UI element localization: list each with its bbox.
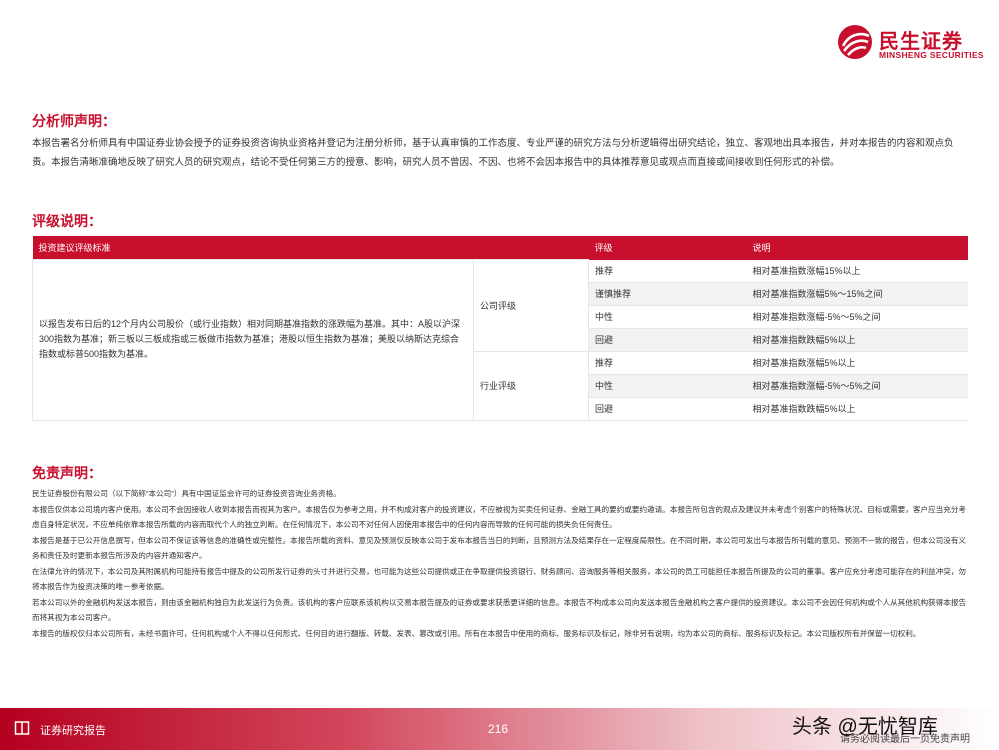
disclaimer-body: 民生证券股份有限公司（以下简称“本公司”）具有中国证监会许可的证券投资咨询业务资… [32, 486, 967, 641]
rating-desc: 相对基准指数涨幅-5%～5%之间 [746, 305, 968, 329]
analyst-statement-text: 本报告署名分析师具有中国证券业协会授予的证券投资咨询执业资格并登记为注册分析师，… [32, 138, 954, 168]
footer-label: 证券研究报告 [40, 725, 106, 737]
table-row: 以报告发布日后的12个月内公司股价（或行业指数）相对同期基准指数的涨跌幅为基准。… [32, 259, 968, 421]
header-level: 评级 [588, 236, 747, 260]
rating-desc: 相对基准指数涨幅-5%～5%之间 [746, 374, 968, 398]
disclaimer-paragraph: 民生证券股份有限公司（以下简称“本公司”）具有中国证监会许可的证券投资咨询业务资… [32, 489, 341, 498]
rating-table-header: 投资建议评级标准 评级 说明 [32, 236, 968, 260]
page-number: 216 [488, 722, 509, 736]
rating-desc: 相对基准指数涨幅5%以上 [746, 351, 968, 375]
rating-desc: 相对基准指数跌幅5%以上 [746, 397, 968, 421]
rating-level: 回避 [588, 328, 747, 352]
disclaimer-paragraph: 本报告仅供本公司境内客户使用。本公司不会因接收人收到本报告而视其为客户。本报告仅… [32, 504, 967, 530]
rating-level: 推荐 [588, 259, 747, 283]
page-footer: 证券研究报告 216 请务必阅读最后一页免责声明 头条 @无忧智库 [0, 708, 999, 750]
rating-title: 评级说明： [32, 213, 102, 229]
industry-rating-label: 行业评级 [472, 350, 590, 421]
rating-desc: 相对基准指数跌幅5%以上 [746, 328, 968, 352]
header-desc: 说明 [746, 236, 968, 260]
company-rating-label: 公司评级 [472, 259, 590, 352]
rating-desc: 相对基准指数涨幅5%～15%之间 [746, 282, 968, 306]
disclaimer-paragraph: 在法律允许的情况下，本公司及其附属机构可能持有报告中提及的公司所发行证券的头寸并… [32, 566, 967, 592]
book-icon [14, 721, 30, 735]
rating-level: 中性 [588, 305, 747, 329]
logo-mark-icon [838, 25, 872, 59]
rating-desc: 相对基准指数涨幅15%以上 [746, 259, 968, 283]
disclaimer-title: 免责声明： [32, 465, 102, 481]
rating-standard-text: 以报告发布日后的12个月内公司股价（或行业指数）相对同期基准指数的涨跌幅为基准。… [32, 259, 474, 421]
rating-level: 谨慎推荐 [588, 282, 747, 306]
rating-table: 投资建议评级标准 评级 说明 以报告发布日后的12个月内公司股价（或行业指数）相… [32, 236, 968, 421]
logo-name-en: MINSHENG SECURITIES [879, 50, 984, 60]
rating-level: 中性 [588, 374, 747, 398]
disclaimer-paragraph: 本报告的版权仅归本公司所有，未经书面许可，任何机构或个人不得以任何形式、任何目的… [32, 628, 921, 638]
watermark: 头条 @无忧智库 [792, 716, 938, 738]
rating-level: 推荐 [588, 351, 747, 375]
company-logo: 民生证券 MINSHENG SECURITIES [837, 22, 984, 64]
analyst-statement-title: 分析师声明： [32, 113, 116, 129]
rating-level: 回避 [588, 397, 747, 421]
disclaimer-paragraph: 若本公司以外的金融机构发送本报告，则由该金融机构独自为此发送行为负责。该机构的客… [32, 597, 967, 623]
header-standard: 投资建议评级标准 [32, 236, 589, 260]
disclaimer-paragraph: 本报告是基于已公开信息撰写，但本公司不保证该等信息的准确性或完整性。本报告所载的… [32, 535, 967, 561]
